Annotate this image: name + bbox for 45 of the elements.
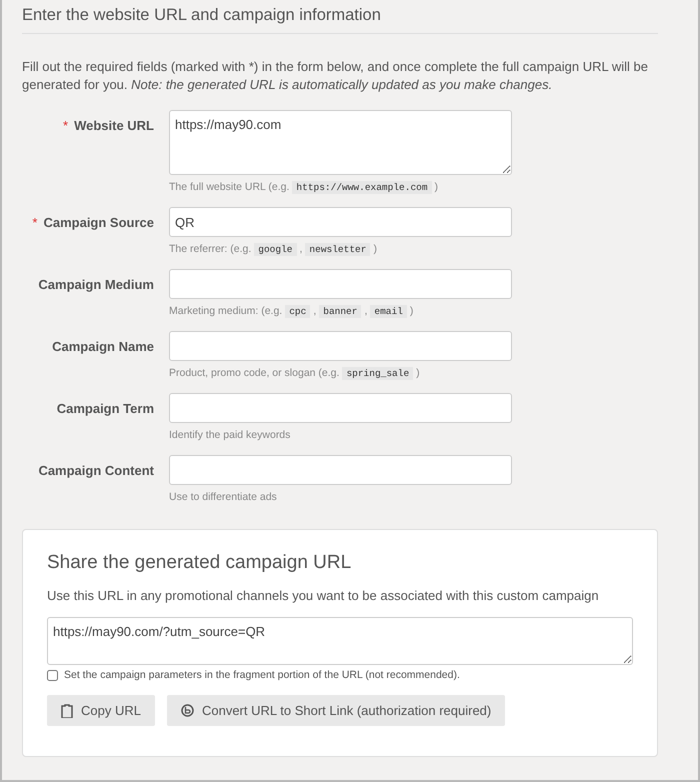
help-text: , — [364, 305, 368, 317]
example-code: spring_sale — [342, 366, 414, 380]
field-label: Campaign Source — [43, 215, 154, 232]
card-title: Share the generated campaign URL — [47, 552, 352, 574]
help-text: The referrer: (e.g. — [169, 243, 252, 255]
field-label: Campaign Content — [38, 463, 154, 480]
field-label: Website URL — [74, 118, 154, 135]
url-output-field[interactable]: https://may90.com/?utm_source=QR — [47, 617, 633, 665]
help-text: ) — [434, 181, 438, 193]
example-code: banner — [319, 304, 362, 318]
section-title: Enter the website URL and campaign information — [22, 0, 658, 34]
input-field[interactable] — [169, 393, 512, 423]
help-text: The full website URL (e.g. — [169, 181, 290, 193]
example-code: email — [370, 304, 407, 318]
input-field[interactable]: QR — [169, 207, 512, 237]
help-text: Product, promo code, or slogan (e.g. — [169, 367, 340, 379]
field-label: Campaign Medium — [38, 277, 154, 294]
intro-text: Fill out the required fields (marked with *) in the form below, and once complete the full campaign URL will be generated for you. Note: the generated URL is automatically updated as you make changes. — [22, 58, 649, 94]
description-text: Use this URL in any promotional channels you want to be associated with this custom campaign — [47, 588, 600, 603]
input-field[interactable] — [169, 455, 512, 485]
action-button[interactable]: Convert URL to Short Link (authorization required) — [166, 695, 506, 726]
copy-button[interactable]: Copy URL — [47, 695, 155, 726]
example-code: cpc — [285, 304, 310, 318]
example-code: https://www.example.com — [292, 180, 432, 194]
input-field[interactable]: https://may90.com — [169, 110, 512, 175]
help-text: ) — [410, 305, 414, 317]
help-text: ) — [373, 243, 377, 255]
help-text: Marketing medium: (e.g. — [169, 305, 282, 317]
example-code: google — [254, 242, 296, 256]
input-field[interactable] — [169, 331, 512, 361]
checkbox[interactable] — [47, 670, 58, 680]
help-text: , — [300, 243, 302, 255]
help-text: Identify the paid keywords — [169, 429, 290, 441]
help-text: , — [313, 305, 316, 317]
help-text: ) — [416, 367, 420, 379]
required-mark: * — [32, 215, 38, 232]
required-mark: * — [63, 118, 68, 135]
link-icon — [180, 704, 194, 717]
help-text: Use to differentiate ads — [169, 491, 277, 503]
input-field[interactable] — [169, 269, 512, 299]
example-code: newsletter — [305, 242, 370, 256]
field-label: Campaign Term — [56, 401, 154, 418]
field-label: Campaign Name — [52, 339, 154, 356]
checkbox-label: Set the campaign parameters in the fragment portion of the URL (not recommended). — [64, 669, 460, 681]
clipboard-icon — [61, 704, 73, 718]
